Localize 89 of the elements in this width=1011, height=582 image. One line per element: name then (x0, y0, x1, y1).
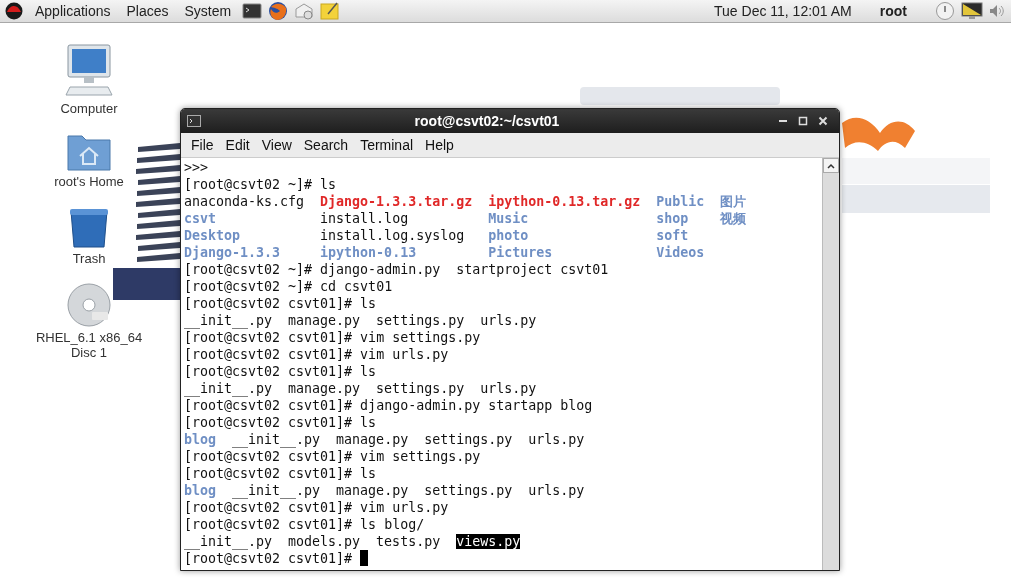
panel-menu[interactable]: Places (121, 3, 174, 19)
directory-name: shop (656, 211, 689, 226)
mail-icon[interactable] (294, 2, 315, 20)
command-line: [root@csvt02 csvt01]# django-admin.py startapp blog (184, 397, 593, 414)
file-name: urls.py (528, 432, 585, 447)
command-line: [root@csvt02 csvt01]# vim urls.py (184, 499, 449, 516)
directory-name: Public (656, 194, 705, 209)
file-name: manage.py (336, 432, 409, 447)
computer-icon (64, 43, 114, 99)
close-icon (818, 116, 828, 126)
volume-icon[interactable] (989, 3, 1005, 19)
command-line: [root@csvt02 csvt01]# (184, 550, 353, 567)
directory-name: blog (184, 432, 217, 447)
file-name: urls.py (480, 313, 537, 328)
menu-item[interactable]: Terminal (354, 137, 420, 153)
terminal-icon (187, 115, 201, 127)
file-name: __init__.py (232, 432, 321, 447)
command-line: [root@csvt02 csvt01]# ls (184, 465, 377, 482)
directory-name: Django-1.3.3 (184, 245, 281, 260)
archive-name: ipython-0.13.tar.gz (488, 194, 641, 209)
command-line: [root@csvt02 ~]# ls (184, 176, 337, 193)
user-name[interactable]: root (879, 3, 907, 19)
directory-name: 图片 (720, 194, 747, 209)
notes-icon[interactable] (320, 2, 341, 20)
archive-name: Django-1.3.3.tar.gz (320, 194, 473, 209)
file-name: settings.py (376, 313, 465, 328)
directory-name: Desktop (184, 228, 241, 243)
file-name: anaconda-ks.cfg (184, 194, 305, 209)
home-folder-icon (66, 132, 112, 172)
browser-icon[interactable] (268, 1, 289, 21)
file-name: settings.py (424, 432, 513, 447)
panel-menu[interactable]: Applications (30, 3, 116, 19)
window-title: root@csvt02:~/csvt01 (413, 113, 561, 129)
desktop-icon-label[interactable]: Computer (27, 101, 151, 116)
menu-item[interactable]: Help (419, 137, 460, 153)
directory-name: ipython-0.13 (320, 245, 417, 260)
hat-logo-icon[interactable] (4, 2, 24, 20)
terminal-icon[interactable] (242, 2, 263, 20)
directory-name: 视频 (720, 211, 747, 226)
menu-item[interactable]: Search (297, 137, 355, 153)
command-line: [root@csvt02 csvt01]# vim urls.py (184, 346, 449, 363)
command-line: [root@csvt02 ~]# cd csvt01 (184, 278, 393, 295)
file-name: urls.py (480, 381, 537, 396)
clock[interactable]: Tue Dec 11, 12:01 AM (714, 3, 852, 19)
caret-up-icon (827, 162, 835, 169)
desktop-icon-label[interactable]: root's Home (27, 174, 151, 189)
scrollbar[interactable] (822, 158, 839, 570)
file-name: manage.py (336, 483, 409, 498)
directory-name: Pictures (488, 245, 553, 260)
command-line: [root@csvt02 csvt01]# ls (184, 295, 377, 312)
directory-name: csvt (184, 211, 217, 226)
file-name: __init__.py (232, 483, 321, 498)
file-name: __init__.py (184, 381, 273, 396)
minimize-icon (779, 120, 787, 122)
file-name: __init__.py (184, 313, 273, 328)
scroll-up-button[interactable] (823, 158, 839, 173)
file-name: install.log (320, 211, 409, 226)
file-name: models.py (288, 534, 361, 549)
menu-item[interactable]: File (185, 137, 220, 153)
terminal-text: >>> (184, 159, 209, 176)
file-name: settings.py (376, 381, 465, 396)
command-line: [root@csvt02 csvt01]# ls blog/ (184, 516, 425, 533)
file-name: __init__.py (184, 534, 273, 549)
file-name: settings.py (424, 483, 513, 498)
command-line: [root@csvt02 ~]# django-admin.py startproject csvt01 (184, 261, 609, 278)
command-line: [root@csvt02 csvt01]# ls (184, 414, 377, 431)
power-icon[interactable] (935, 1, 955, 21)
command-line: [root@csvt02 csvt01]# vim settings.py (184, 448, 481, 465)
directory-name: blog (184, 483, 217, 498)
file-name: manage.py (288, 313, 361, 328)
directory-name: photo (488, 228, 529, 243)
maximize-icon (798, 116, 808, 126)
file-name: manage.py (288, 381, 361, 396)
directory-name: Videos (656, 245, 705, 260)
command-line: [root@csvt02 csvt01]# vim settings.py (184, 329, 481, 346)
file-name: tests.py (376, 534, 441, 549)
menu-item[interactable]: Edit (219, 137, 256, 153)
desktop-icon-label[interactable]: RHEL_6.1 x86_64 Disc 1 (27, 330, 151, 360)
file-name: urls.py (528, 483, 585, 498)
file-name: install.log.syslog (320, 228, 465, 243)
selected-file-name: views.py (456, 534, 521, 549)
command-line: [root@csvt02 csvt01]# ls (184, 363, 377, 380)
panel-menu[interactable]: System (179, 3, 237, 19)
display-icon[interactable] (961, 2, 983, 20)
menu-item[interactable]: View (255, 137, 298, 153)
desktop-icon-label[interactable]: Trash (27, 251, 151, 266)
dvd-disc-icon (66, 282, 112, 328)
directory-name: soft (656, 228, 689, 243)
directory-name: Music (488, 211, 529, 226)
